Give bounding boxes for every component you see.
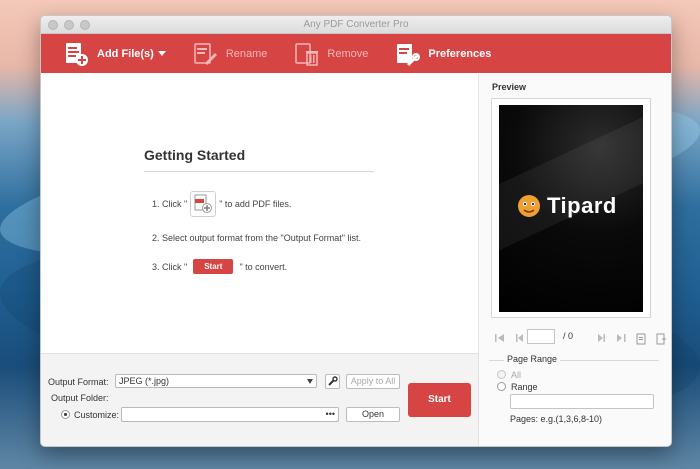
- page-range-range-label: Range: [511, 382, 538, 392]
- preferences-button[interactable]: Preferences: [384, 34, 501, 73]
- chevron-down-icon: [307, 379, 313, 384]
- title-bar: Any PDF Converter Pro: [41, 16, 671, 34]
- rename-button[interactable]: Rename: [182, 34, 278, 73]
- page-range-all-radio[interactable]: [497, 370, 506, 379]
- window-controls: [48, 20, 90, 30]
- format-settings-button[interactable]: [325, 374, 340, 389]
- remove-label: Remove: [327, 47, 369, 60]
- page-range-all-label: All: [511, 370, 522, 380]
- last-page-icon[interactable]: [616, 333, 626, 343]
- window-title: Any PDF Converter Pro: [303, 19, 409, 30]
- preview-frame: Tipard: [491, 98, 651, 318]
- rename-label: Rename: [225, 47, 268, 60]
- preview-nav-right: [596, 331, 671, 345]
- start-sample-button: Start: [193, 259, 234, 274]
- customize-label: Customize:: [74, 410, 120, 420]
- wrench-icon: [328, 376, 338, 386]
- browse-button[interactable]: •••: [326, 409, 335, 419]
- step-3-suffix: " to convert.: [239, 261, 288, 272]
- tipard-mascot-icon: [518, 195, 540, 217]
- page-export-icon[interactable]: [656, 333, 666, 345]
- page-total: / 0: [563, 331, 574, 341]
- preview-shine: [499, 105, 643, 258]
- rename-icon: [192, 41, 218, 67]
- start-button[interactable]: Start: [408, 383, 471, 417]
- output-settings: Output Format: JPEG (*.jpg) Apply to All…: [41, 353, 478, 446]
- output-format-select[interactable]: JPEG (*.jpg): [115, 374, 317, 388]
- page-view-icon[interactable]: [636, 333, 646, 345]
- step-1-suffix: " to add PDF files.: [219, 199, 292, 209]
- add-pdf-icon: [63, 41, 89, 67]
- remove-button[interactable]: Remove: [283, 34, 378, 73]
- zoom-window-button[interactable]: [80, 20, 90, 30]
- next-page-icon[interactable]: [596, 333, 606, 343]
- apply-to-all-button[interactable]: Apply to All: [346, 374, 400, 389]
- getting-started-title: Getting Started: [144, 147, 374, 172]
- preview-image: Tipard: [499, 105, 643, 312]
- tipard-logo-text: Tipard: [547, 193, 617, 218]
- step-3: 3. Click " Start " to convert.: [152, 259, 287, 274]
- step-1: 1. Click " " to add PDF files.: [152, 191, 291, 217]
- page-range-input[interactable]: [510, 394, 654, 409]
- step-2-text: 2. Select output format from the "Output…: [152, 233, 361, 243]
- page-range-range-radio[interactable]: [497, 382, 506, 391]
- trash-icon: [293, 41, 319, 67]
- toolbar: Add File(s) Rename Remove Preferences: [41, 34, 671, 73]
- add-files-label: Add File(s): [97, 47, 154, 60]
- step-1-prefix: 1. Click ": [152, 199, 188, 209]
- tipard-logo: Tipard: [517, 193, 617, 219]
- preview-panel: Preview Tipard / 0 Page Range All Range …: [478, 74, 671, 446]
- file-list-area[interactable]: Getting Started 1. Click " " to add PDF …: [41, 74, 478, 446]
- step-2: 2. Select output format from the "Output…: [152, 233, 361, 243]
- step-3-prefix: 3. Click ": [152, 261, 188, 272]
- output-format-value: JPEG (*.jpg): [119, 376, 170, 386]
- minimize-window-button[interactable]: [64, 20, 74, 30]
- close-window-button[interactable]: [48, 20, 58, 30]
- prev-page-icon[interactable]: [515, 333, 525, 343]
- customize-radio[interactable]: [61, 410, 70, 419]
- first-page-icon[interactable]: [495, 333, 505, 343]
- open-folder-button[interactable]: Open: [346, 407, 400, 422]
- preferences-label: Preferences: [428, 47, 492, 60]
- output-folder-label: Output Folder:: [51, 393, 109, 403]
- output-format-label: Output Format:: [48, 377, 109, 387]
- pages-hint: Pages: e.g.(1,3,6,8-10): [510, 414, 603, 424]
- app-window: Any PDF Converter Pro Add File(s) Rename…: [40, 15, 672, 447]
- add-pdf-icon[interactable]: [190, 191, 217, 217]
- add-files-button[interactable]: Add File(s): [53, 34, 176, 73]
- page-number-input[interactable]: [527, 329, 555, 344]
- chevron-down-icon[interactable]: [157, 51, 166, 56]
- page-range-title: Page Range: [504, 354, 561, 364]
- output-folder-input[interactable]: •••: [121, 407, 339, 422]
- preview-title: Preview: [492, 82, 527, 92]
- getting-started-panel: Getting Started: [144, 147, 374, 172]
- preferences-icon: [394, 41, 421, 67]
